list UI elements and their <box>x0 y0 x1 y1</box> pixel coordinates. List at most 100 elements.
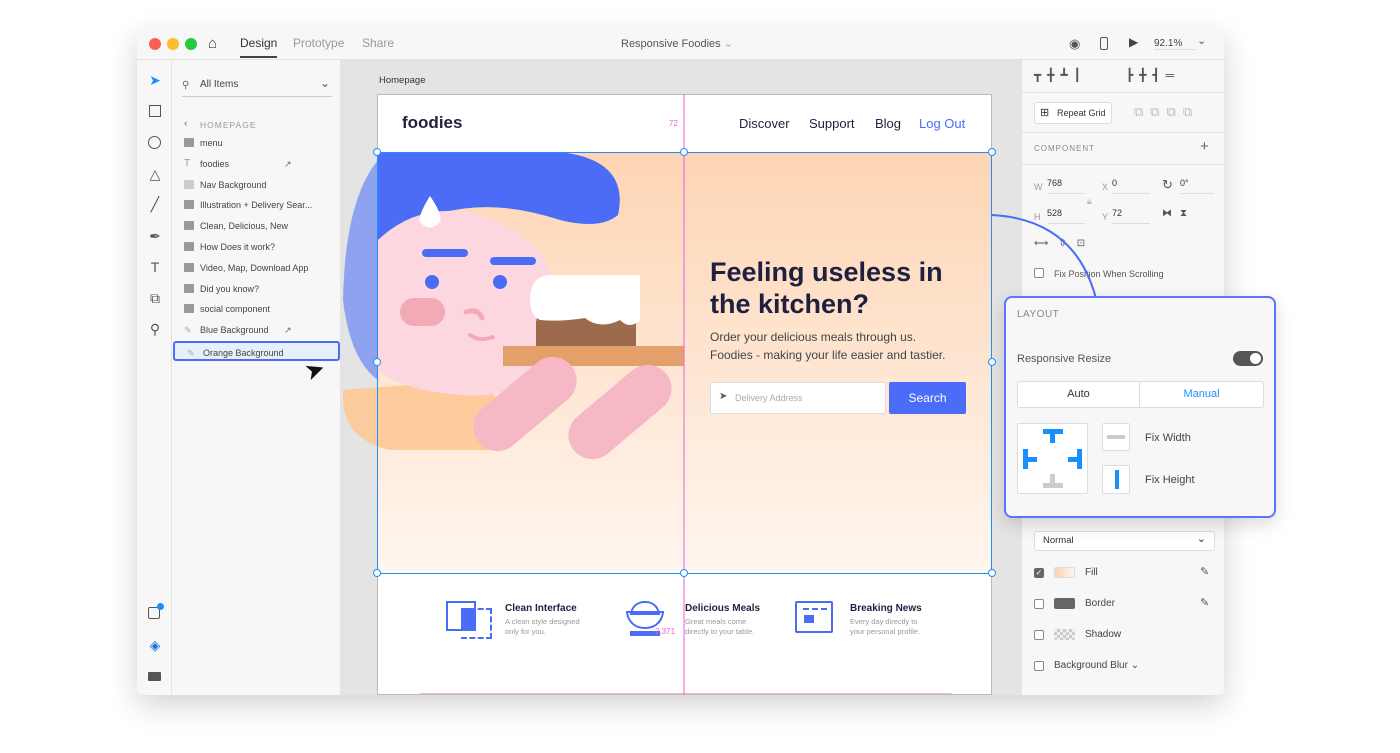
rectangle-tool-icon[interactable] <box>149 105 161 117</box>
height-field[interactable]: 528 <box>1047 208 1085 224</box>
h-label: H <box>1034 212 1041 222</box>
border-swatch[interactable] <box>1054 598 1075 609</box>
layer-item[interactable]: Tfoodies↗ <box>172 154 341 174</box>
layer-label: Clean, Delicious, New <box>200 221 288 231</box>
flip-icons[interactable]: ⧓⧗ <box>1162 208 1195 219</box>
nav-support[interactable]: Support <box>809 116 855 131</box>
minimize-button[interactable] <box>167 38 179 50</box>
align-vertical-icons[interactable]: ┳╋┻┃ <box>1034 68 1087 82</box>
maximize-button[interactable] <box>185 38 197 50</box>
zoom-tool-icon[interactable]: ⚲ <box>147 321 163 337</box>
plugins-icon[interactable] <box>148 672 161 681</box>
artboard-label[interactable]: Homepage <box>379 75 425 86</box>
filter-chevron-icon[interactable]: ⌄ <box>320 76 330 90</box>
align-horizontal-icons[interactable]: ┣╋┫═ <box>1126 68 1180 82</box>
polygon-tool-icon[interactable]: △ <box>147 166 163 182</box>
resize-handle[interactable] <box>988 569 996 577</box>
fill-swatch[interactable] <box>1054 567 1075 578</box>
ellipse-tool-icon[interactable] <box>148 136 161 149</box>
orange-background[interactable] <box>378 153 992 574</box>
layer-item[interactable]: ✎Blue Background↗ <box>172 320 341 340</box>
responsive-resize-toggle[interactable] <box>1233 351 1263 366</box>
auto-option[interactable]: Auto <box>1018 382 1140 407</box>
repeat-grid-button[interactable]: ⊞Repeat Grid <box>1034 102 1112 124</box>
hero-subtitle-1: Order your delicious meals through us. <box>710 330 916 344</box>
responsive-resize-label: Responsive Resize <box>1017 353 1111 365</box>
layer-item[interactable]: Video, Map, Download App <box>172 258 341 278</box>
layer-item[interactable]: Nav Background <box>172 175 341 195</box>
resize-handle[interactable] <box>680 148 688 156</box>
layers-filter-input[interactable]: All Items <box>200 79 238 90</box>
rotation-field[interactable]: 0° <box>1180 178 1214 194</box>
eyedropper-icon[interactable]: ✎ <box>1200 565 1209 578</box>
shadow-swatch[interactable] <box>1054 629 1075 640</box>
blend-mode-value: Normal <box>1043 535 1074 546</box>
artboard-tool-icon[interactable]: ⧉ <box>147 290 163 306</box>
x-field[interactable]: 0 <box>1112 178 1150 194</box>
background-blur-control[interactable]: Background Blur ⌄ <box>1054 660 1139 672</box>
logo[interactable]: foodies <box>402 113 462 133</box>
tab-design[interactable]: Design <box>240 36 277 58</box>
zoom-level[interactable]: 92.1% <box>1154 38 1196 50</box>
boolean-ops-icons[interactable]: ⧉⧉⧉⧉ <box>1134 104 1199 120</box>
resize-handle[interactable] <box>373 569 381 577</box>
nav-blog[interactable]: Blog <box>875 116 901 131</box>
width-field[interactable]: 768 <box>1047 178 1085 194</box>
layers-icon[interactable]: ◈ <box>147 637 163 653</box>
divider <box>1022 164 1224 165</box>
external-link-icon[interactable]: ↗ <box>284 154 292 174</box>
zoom-chevron-icon[interactable]: ⌄ <box>1197 34 1206 47</box>
fix-width-toggle[interactable] <box>1102 423 1130 451</box>
text-tool-icon[interactable]: T <box>147 259 163 275</box>
nav-logout[interactable]: Log Out <box>919 116 965 131</box>
divider <box>1022 92 1224 93</box>
manual-option[interactable]: Manual <box>1140 382 1263 407</box>
padding-icons[interactable]: ⟷⇳⊡ <box>1034 238 1095 249</box>
select-tool-icon[interactable]: ➤ <box>147 72 163 88</box>
back-chevron-icon[interactable]: ‹ <box>184 118 187 129</box>
document-title[interactable]: Responsive Foodies ⌄ <box>621 37 733 50</box>
fix-position-checkbox[interactable] <box>1034 268 1044 278</box>
layer-item[interactable]: menu <box>172 133 341 153</box>
external-link-icon[interactable]: ↗ <box>284 320 292 340</box>
close-button[interactable] <box>149 38 161 50</box>
resize-handle[interactable] <box>373 148 381 156</box>
resize-handle[interactable] <box>988 148 996 156</box>
resize-handle[interactable] <box>680 569 688 577</box>
background-blur-label: Background Blur <box>1054 660 1128 671</box>
line-tool-icon[interactable]: ╱ <box>147 196 163 212</box>
lock-icon[interactable]: 🔒︎ <box>1087 196 1092 207</box>
play-icon[interactable]: ▶ <box>1129 35 1138 49</box>
delivery-address-input[interactable]: ➤Delivery Address <box>710 382 886 414</box>
device-preview-icon[interactable] <box>1100 37 1108 50</box>
layer-label: menu <box>200 138 223 148</box>
pen-tool-icon[interactable]: ✒ <box>147 228 163 244</box>
layer-item[interactable]: social component <box>172 299 341 319</box>
tab-share[interactable]: Share <box>362 36 394 50</box>
border-checkbox[interactable] <box>1034 599 1044 609</box>
share-user-icon[interactable]: ◉ <box>1069 36 1080 52</box>
tab-prototype[interactable]: Prototype <box>293 36 344 50</box>
fill-checkbox[interactable]: ✓ <box>1034 568 1044 578</box>
resize-handle[interactable] <box>373 358 381 366</box>
layer-item[interactable]: How Does it work? <box>172 237 341 257</box>
layer-label: Nav Background <box>200 180 267 190</box>
blur-checkbox[interactable] <box>1034 661 1044 671</box>
shadow-checkbox[interactable] <box>1034 630 1044 640</box>
search-button[interactable]: Search <box>889 382 966 414</box>
blend-mode-select[interactable]: Normal⌄ <box>1034 531 1215 551</box>
layer-item[interactable]: Clean, Delicious, New <box>172 216 341 236</box>
constraints-widget[interactable] <box>1017 423 1088 494</box>
fix-height-toggle[interactable] <box>1102 465 1130 494</box>
nav-discover[interactable]: Discover <box>739 116 790 131</box>
next-section-edge <box>418 693 953 695</box>
add-component-icon[interactable]: + <box>1200 138 1209 155</box>
layer-item[interactable]: Illustration + Delivery Sear... <box>172 195 341 215</box>
layout-popover: LAYOUT Responsive Resize Auto Manual Fix… <box>1004 296 1276 518</box>
home-icon[interactable]: ⌂ <box>208 35 217 52</box>
artboard-homepage[interactable]: foodies Discover Support Blog Log Out 72… <box>377 94 992 695</box>
resize-handle[interactable] <box>988 358 996 366</box>
y-field[interactable]: 72 <box>1112 208 1150 224</box>
eyedropper-icon[interactable]: ✎ <box>1200 596 1209 609</box>
layer-item[interactable]: Did you know? <box>172 279 341 299</box>
